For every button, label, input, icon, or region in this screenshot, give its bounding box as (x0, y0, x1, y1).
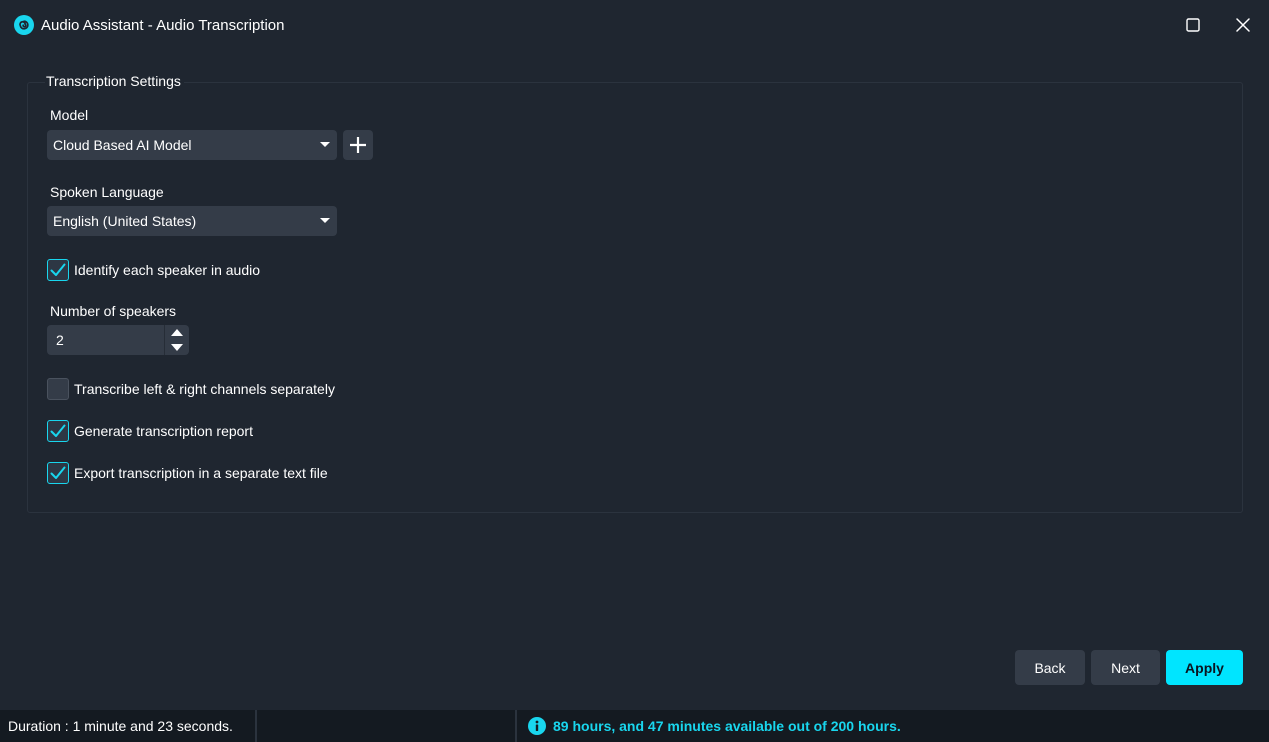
export-label: Export transcription in a separate text … (74, 465, 328, 481)
quota-status: 89 hours, and 47 minutes available out o… (519, 710, 901, 742)
duration-status: Duration : 1 minute and 23 seconds. (0, 710, 257, 742)
info-icon (528, 717, 546, 735)
checkmark-icon (50, 263, 66, 276)
arrow-down-icon (171, 344, 183, 351)
title-bar: Audio Assistant - Audio Transcription (0, 0, 1269, 52)
arrow-up-icon (171, 329, 183, 336)
plus-icon (350, 137, 366, 153)
speakers-stepper[interactable]: 2 (47, 325, 189, 355)
group-legend: Transcription Settings (45, 73, 184, 89)
caret-down-icon (320, 218, 330, 223)
model-label: Model (50, 107, 89, 123)
spiral-logo-icon (14, 15, 34, 35)
report-label: Generate transcription report (74, 423, 253, 439)
separate-channels-label: Transcribe left & right channels separat… (74, 381, 335, 397)
model-select-value: Cloud Based AI Model (53, 137, 192, 153)
close-button[interactable] (1230, 12, 1256, 38)
export-option[interactable]: Export transcription in a separate text … (47, 462, 328, 484)
window-title: Audio Assistant - Audio Transcription (41, 17, 285, 34)
checkmark-icon (50, 424, 66, 437)
checkmark-icon (50, 466, 66, 479)
speakers-label: Number of speakers (50, 303, 177, 319)
stepper-buttons (164, 325, 189, 355)
language-select-value: English (United States) (53, 213, 197, 229)
status-spacer (259, 710, 517, 742)
status-bar: Duration : 1 minute and 23 seconds. 89 h… (0, 710, 1269, 742)
export-checkbox[interactable] (47, 462, 69, 484)
increment-button[interactable] (165, 325, 189, 340)
report-option[interactable]: Generate transcription report (47, 420, 253, 442)
next-button[interactable]: Next (1091, 650, 1160, 685)
separate-channels-option[interactable]: Transcribe left & right channels separat… (47, 378, 335, 400)
identify-speakers-label: Identify each speaker in audio (74, 262, 261, 278)
identify-speakers-option[interactable]: Identify each speaker in audio (47, 259, 260, 281)
language-select[interactable]: English (United States) (47, 206, 337, 236)
back-button[interactable]: Back (1015, 650, 1085, 685)
speakers-input[interactable]: 2 (56, 332, 64, 348)
add-model-button[interactable] (343, 130, 373, 160)
decrement-button[interactable] (165, 340, 189, 355)
close-icon (1236, 18, 1250, 32)
caret-down-icon (320, 142, 330, 147)
apply-button[interactable]: Apply (1166, 650, 1243, 685)
model-select[interactable]: Cloud Based AI Model (47, 130, 337, 160)
separate-channels-checkbox[interactable] (47, 378, 69, 400)
report-checkbox[interactable] (47, 420, 69, 442)
maximize-button[interactable] (1180, 12, 1206, 38)
quota-text: 89 hours, and 47 minutes available out o… (553, 718, 901, 734)
identify-speakers-checkbox[interactable] (47, 259, 69, 281)
language-label: Spoken Language (50, 184, 164, 200)
maximize-icon (1186, 18, 1200, 32)
